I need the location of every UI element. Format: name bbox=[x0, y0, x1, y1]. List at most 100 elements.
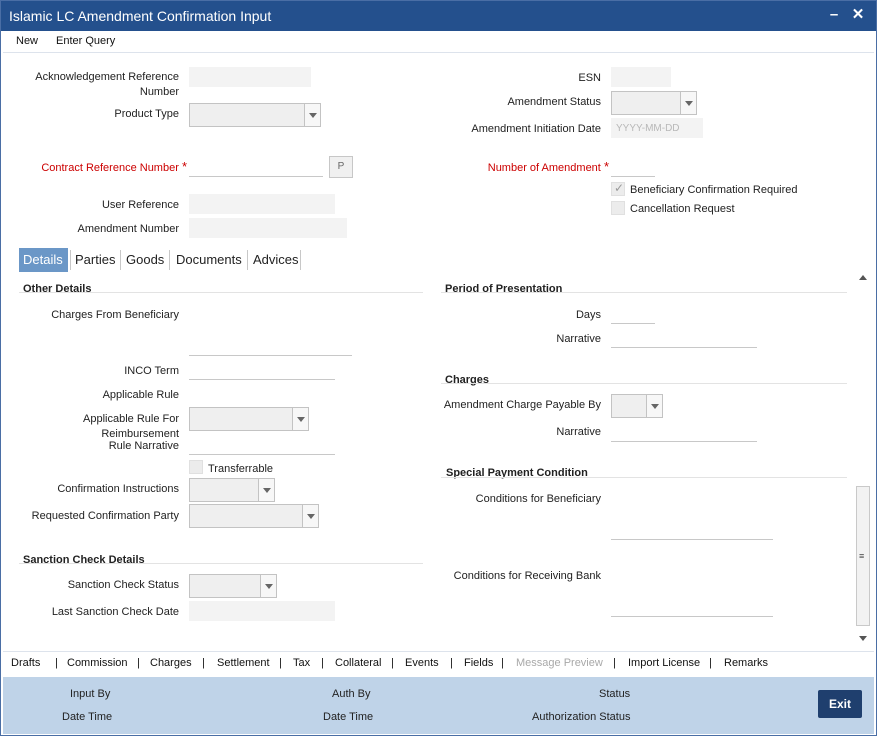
amendment-status-select[interactable] bbox=[611, 91, 697, 115]
amendment-initiation-date-field[interactable]: YYYY-MM-DD bbox=[611, 118, 703, 138]
input-date-time-label: Date Time bbox=[62, 711, 113, 723]
sanction-check-heading: Sanction Check Details bbox=[23, 554, 145, 566]
menu-enter-query[interactable]: Enter Query bbox=[56, 35, 115, 47]
requested-confirmation-party-label: Requested Confirmation Party bbox=[31, 510, 179, 522]
exit-button[interactable]: Exit bbox=[818, 690, 862, 718]
other-details-heading: Other Details bbox=[23, 283, 92, 295]
status-label: Status bbox=[599, 688, 631, 700]
applicable-rule-reimbursement-select[interactable] bbox=[189, 407, 309, 431]
transferrable-checkbox[interactable] bbox=[189, 460, 203, 474]
close-icon[interactable]: ✕ bbox=[849, 6, 867, 24]
section-divider bbox=[19, 563, 423, 564]
section-divider bbox=[441, 383, 847, 384]
last-sanction-check-date-field[interactable] bbox=[189, 601, 335, 621]
section-divider bbox=[19, 292, 423, 293]
tab-goods[interactable]: Goods bbox=[122, 248, 168, 272]
conditions-receiving-bank-input[interactable] bbox=[611, 597, 773, 617]
conditions-beneficiary-label: Conditions for Beneficiary bbox=[475, 493, 601, 505]
beneficiary-confirmation-checkbox[interactable] bbox=[611, 181, 625, 196]
link-collateral[interactable]: Collateral bbox=[335, 657, 381, 669]
charges-narrative-input[interactable] bbox=[611, 422, 757, 442]
chevron-down-icon[interactable] bbox=[292, 408, 308, 430]
title-bar: Islamic LC Amendment Confirmation Input … bbox=[1, 1, 876, 31]
link-separator: | bbox=[55, 657, 58, 669]
transferrable-label: Transferrable bbox=[208, 463, 274, 475]
section-divider bbox=[441, 477, 847, 478]
rule-narrative-input[interactable] bbox=[189, 435, 335, 455]
chevron-down-icon[interactable] bbox=[302, 505, 318, 527]
esn-field[interactable] bbox=[611, 67, 671, 87]
user-ref-field[interactable] bbox=[189, 194, 335, 214]
link-settlement[interactable]: Settlement bbox=[217, 657, 270, 669]
sanction-check-status-label: Sanction Check Status bbox=[67, 579, 179, 591]
link-commission[interactable]: Commission bbox=[67, 657, 128, 669]
number-of-amendment-label: Number of Amendment * bbox=[487, 159, 609, 174]
input-by-label: Input By bbox=[70, 688, 111, 700]
tab-separator bbox=[169, 250, 170, 270]
applicable-rule-label: Applicable Rule bbox=[102, 389, 179, 401]
chevron-down-icon[interactable] bbox=[258, 479, 274, 501]
tab-parties[interactable]: Parties bbox=[71, 248, 119, 272]
contract-ref-input[interactable] bbox=[189, 157, 323, 177]
confirmation-instructions-select[interactable] bbox=[189, 478, 275, 502]
chevron-down-icon[interactable] bbox=[260, 575, 276, 597]
amendment-charge-payable-label: Amendment Charge Payable By bbox=[443, 399, 601, 411]
link-separator: | bbox=[279, 657, 282, 669]
charges-from-beneficiary-input[interactable] bbox=[189, 336, 352, 356]
rule-narrative-label: Rule Narrative bbox=[108, 440, 179, 452]
window-title: Islamic LC Amendment Confirmation Input bbox=[9, 8, 272, 24]
amendment-initiation-date-label: Amendment Initiation Date bbox=[471, 123, 601, 135]
conditions-beneficiary-input[interactable] bbox=[611, 520, 773, 540]
ack-ref-label: Acknowledgement Reference Number bbox=[35, 71, 179, 98]
link-drafts[interactable]: Drafts bbox=[11, 657, 40, 669]
amendment-number-field[interactable] bbox=[189, 218, 347, 238]
inco-term-input[interactable] bbox=[189, 360, 335, 380]
auth-date-time-label: Date Time bbox=[323, 711, 374, 723]
link-remarks[interactable]: Remarks bbox=[724, 657, 768, 669]
audit-bar bbox=[3, 677, 874, 734]
number-of-amendment-input[interactable] bbox=[611, 157, 655, 177]
link-separator: | bbox=[613, 657, 616, 669]
sanction-check-status-select[interactable] bbox=[189, 574, 277, 598]
minimize-icon[interactable]: – bbox=[825, 6, 843, 24]
tab-advices[interactable]: Advices bbox=[249, 248, 303, 272]
link-charges[interactable]: Charges bbox=[150, 657, 192, 669]
menu-new[interactable]: New bbox=[16, 35, 38, 47]
link-tax[interactable]: Tax bbox=[293, 657, 310, 669]
days-label: Days bbox=[575, 309, 601, 321]
days-input[interactable] bbox=[611, 304, 655, 324]
tab-documents[interactable]: Documents bbox=[172, 248, 246, 272]
link-separator: | bbox=[450, 657, 453, 669]
section-divider bbox=[441, 292, 847, 293]
chevron-down-icon[interactable] bbox=[304, 104, 320, 126]
scroll-up-icon[interactable] bbox=[859, 275, 867, 280]
tab-separator bbox=[247, 250, 248, 270]
user-ref-label: User Reference bbox=[101, 199, 179, 211]
link-fields[interactable]: Fields bbox=[464, 657, 493, 669]
presentation-narrative-input[interactable] bbox=[611, 328, 757, 348]
chevron-down-icon[interactable] bbox=[646, 395, 662, 417]
cancellation-request-checkbox[interactable] bbox=[611, 201, 625, 215]
link-events[interactable]: Events bbox=[405, 657, 439, 669]
tab-details[interactable]: Details bbox=[19, 248, 68, 272]
link-separator: | bbox=[137, 657, 140, 669]
link-import-license[interactable]: Import License bbox=[628, 657, 700, 669]
scroll-down-icon[interactable] bbox=[859, 636, 867, 641]
amendment-charge-payable-select[interactable] bbox=[611, 394, 663, 418]
applicable-rule-input[interactable] bbox=[189, 384, 309, 404]
chevron-down-icon[interactable] bbox=[680, 92, 696, 114]
requested-confirmation-party-select[interactable] bbox=[189, 504, 319, 528]
esn-label: ESN bbox=[578, 72, 601, 84]
product-type-select[interactable] bbox=[189, 103, 321, 127]
beneficiary-confirmation-label: Beneficiary Confirmation Required bbox=[630, 184, 798, 196]
presentation-narrative-label: Narrative bbox=[556, 333, 601, 345]
ack-ref-field[interactable] bbox=[189, 67, 311, 87]
confirmation-instructions-label: Confirmation Instructions bbox=[57, 483, 179, 495]
vertical-scrollbar[interactable]: ≡ bbox=[855, 271, 871, 645]
contract-lookup-button[interactable]: P bbox=[329, 156, 353, 178]
amendment-number-label: Amendment Number bbox=[77, 223, 180, 235]
last-sanction-check-date-label: Last Sanction Check Date bbox=[51, 606, 179, 618]
link-separator: | bbox=[321, 657, 324, 669]
link-separator: | bbox=[501, 657, 504, 669]
cancellation-request-label: Cancellation Request bbox=[630, 203, 735, 215]
